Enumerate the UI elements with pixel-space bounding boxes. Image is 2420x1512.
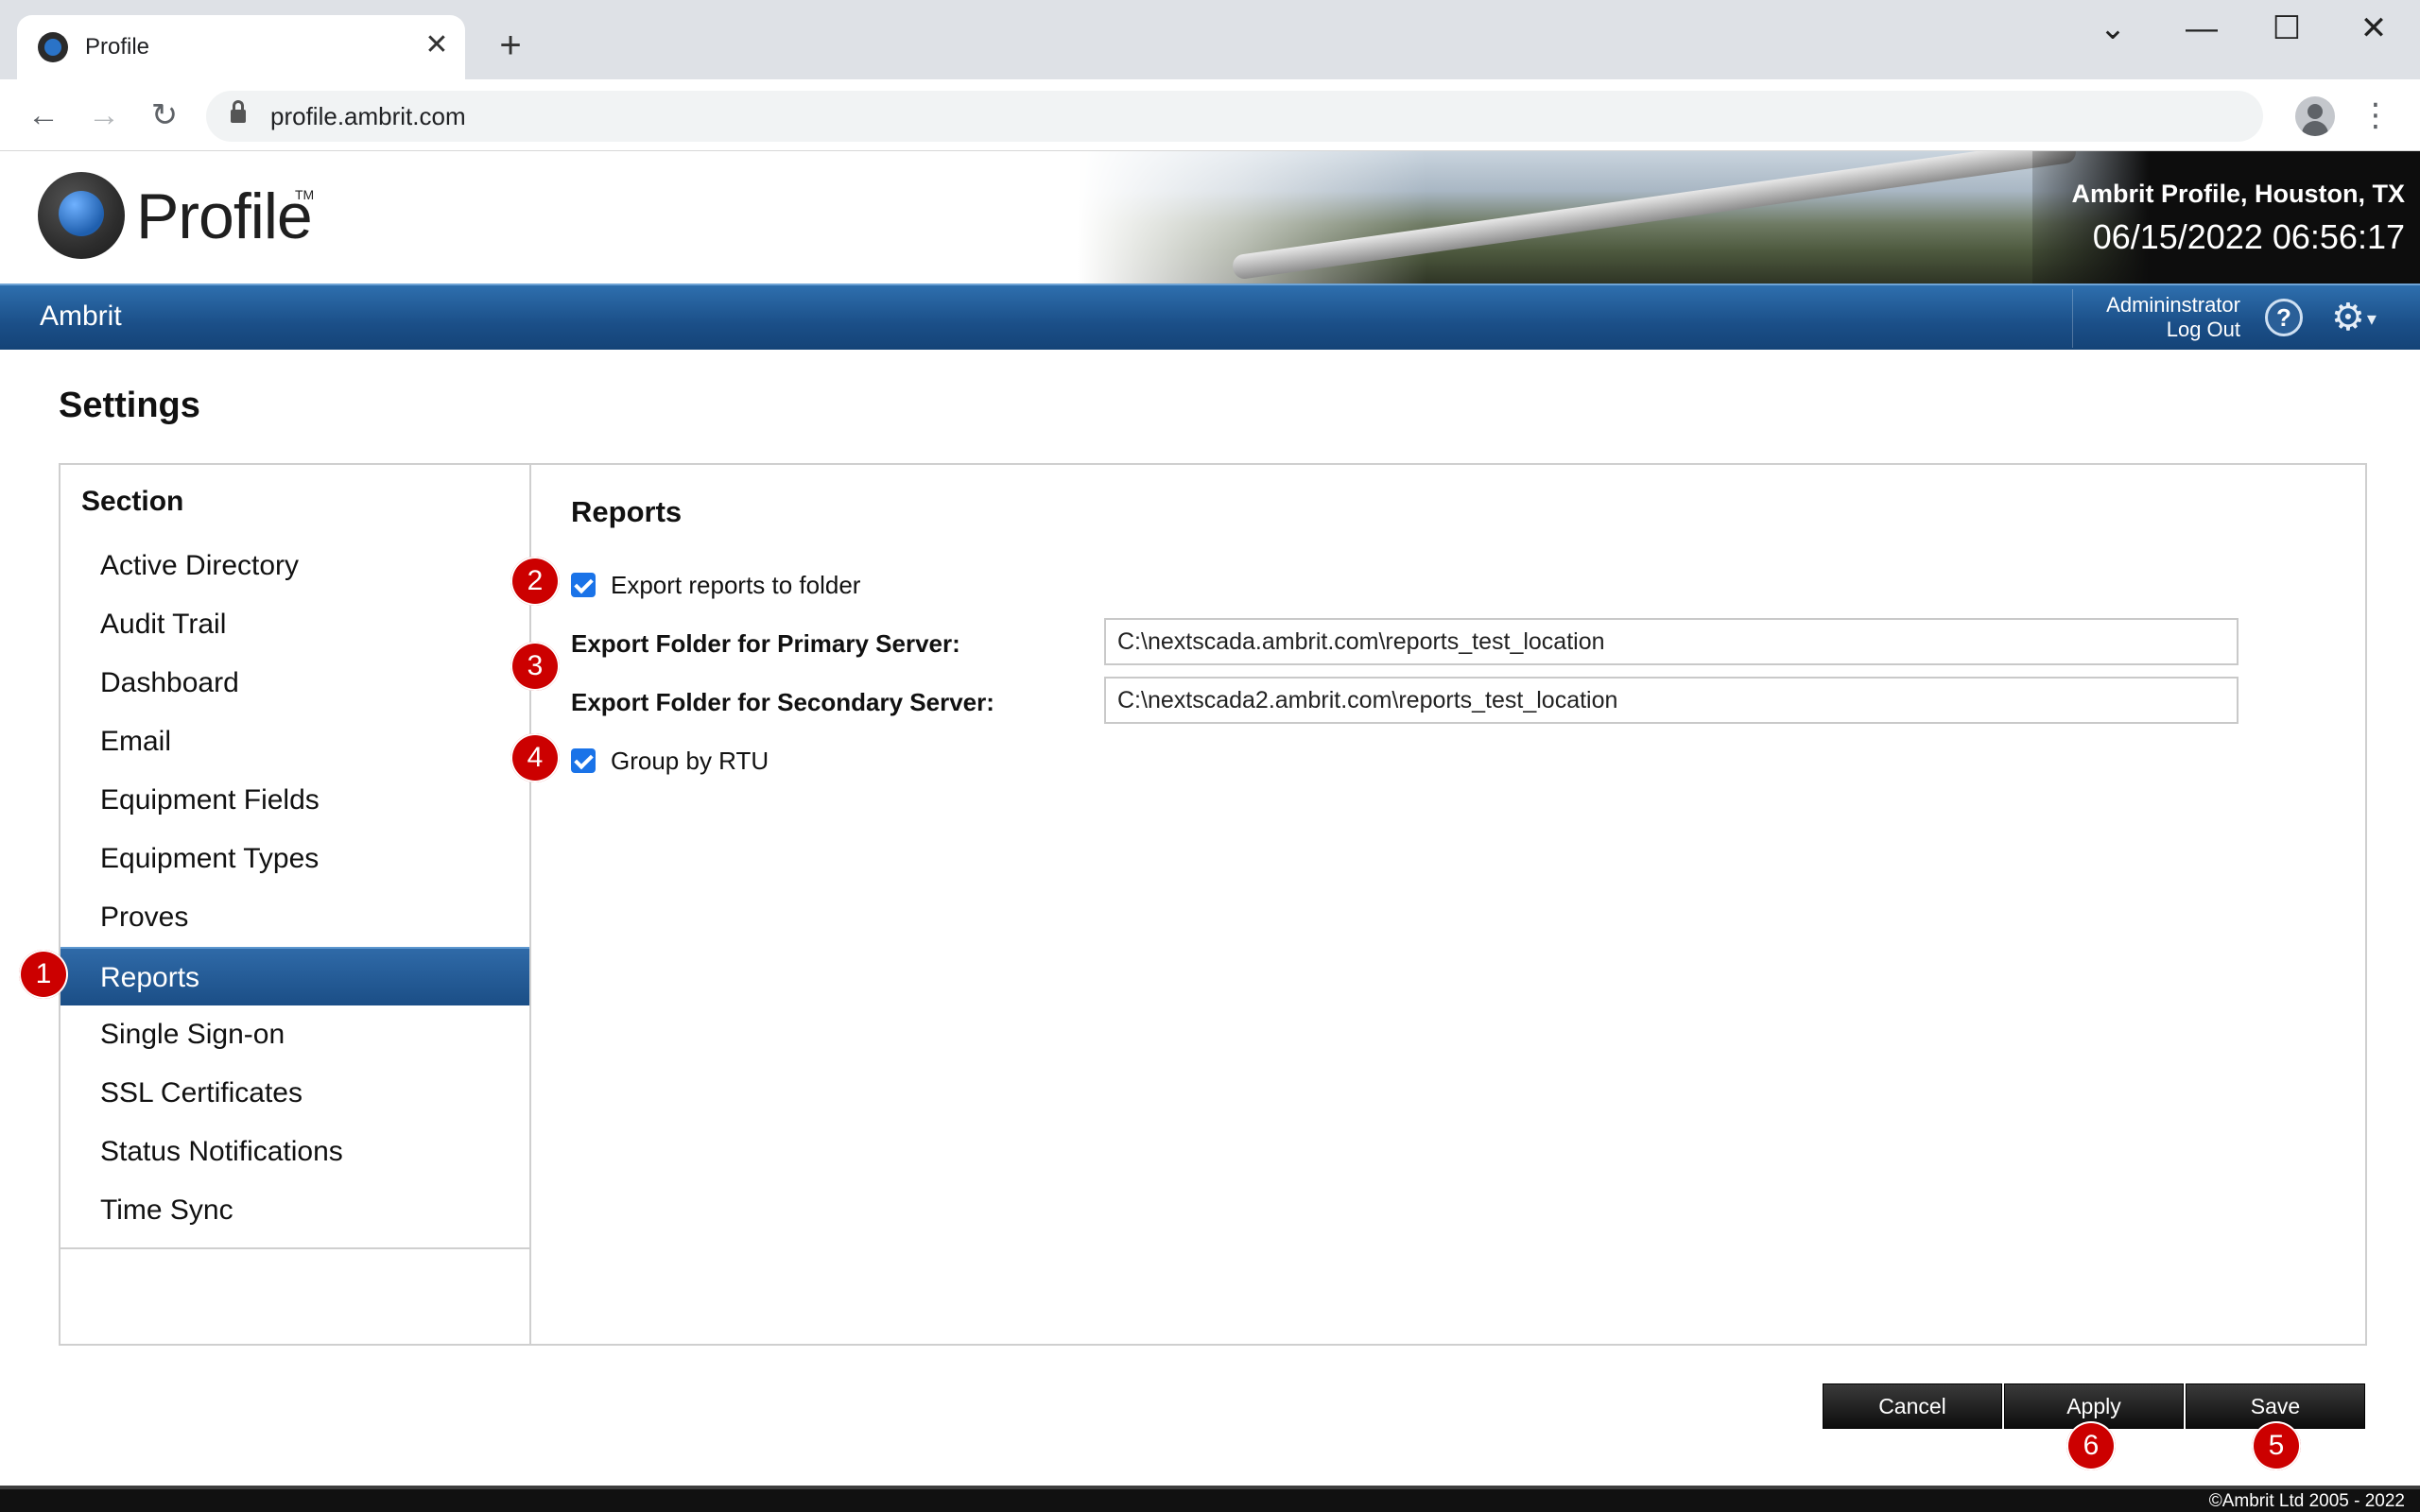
username: Admininstrator	[2106, 293, 2240, 317]
lock-icon	[231, 100, 246, 125]
sidebar-heading: Section	[81, 486, 184, 517]
sidebar-item-proves[interactable]: Proves	[60, 888, 529, 947]
callout-2: 2	[510, 557, 560, 606]
minimize-icon[interactable]: —	[2169, 8, 2235, 49]
group-by-rtu-checkbox[interactable]	[571, 748, 596, 773]
callout-6: 6	[2066, 1421, 2116, 1470]
sidebar-item-audit-trail[interactable]: Audit Trail	[60, 595, 529, 654]
primary-folder-label: Export Folder for Primary Server:	[571, 629, 960, 658]
logo-trademark: TM	[295, 187, 315, 202]
callout-5: 5	[2252, 1421, 2301, 1470]
sidebar-item-ssl-certificates[interactable]: SSL Certificates	[60, 1064, 529, 1123]
maximize-icon[interactable]: ☐	[2254, 8, 2320, 49]
organization-name[interactable]: Ambrit	[40, 301, 122, 333]
section-title: Reports	[571, 495, 683, 528]
logout-link[interactable]: Log Out	[2106, 318, 2240, 342]
navbar-divider	[2072, 289, 2073, 348]
sidebar-item-single-sign-on[interactable]: Single Sign-on	[60, 1005, 529, 1064]
site-name: Ambrit Profile, Houston, TX	[2071, 180, 2405, 208]
section-sidebar: Section Active Directory Audit Trail Das…	[60, 465, 531, 1344]
browser-menu-icon[interactable]: ⋮	[2360, 93, 2392, 138]
export-reports-row: Export reports to folder	[571, 569, 860, 601]
close-tab-icon[interactable]: ✕	[420, 28, 454, 62]
profile-favicon-icon	[38, 32, 68, 62]
export-reports-label[interactable]: Export reports to folder	[611, 571, 860, 600]
sidebar-item-active-directory[interactable]: Active Directory	[60, 537, 529, 595]
current-datetime: 06/15/2022 06:56:17	[2092, 217, 2405, 256]
browser-tab-strip: Profile ✕ + ⌄ — ☐ ✕	[0, 0, 2420, 79]
new-tab-icon[interactable]: +	[492, 26, 529, 64]
sidebar-item-reports[interactable]: Reports	[60, 947, 529, 1005]
page-title: Settings	[59, 386, 200, 425]
callout-4: 4	[510, 733, 560, 782]
sidebar-item-equipment-fields[interactable]: Equipment Fields	[60, 771, 529, 830]
secondary-folder-input[interactable]	[1104, 677, 2238, 724]
back-arrow-icon[interactable]: ←	[21, 93, 66, 138]
settings-panel: Section Active Directory Audit Trail Das…	[59, 463, 2367, 1346]
secondary-folder-label: Export Folder for Secondary Server:	[571, 688, 994, 716]
browser-toolbar: ← → ↻ profile.ambrit.com ⋮	[0, 79, 2420, 151]
tab-title: Profile	[85, 34, 150, 60]
logo-text: Profile	[136, 180, 313, 252]
primary-folder-input[interactable]	[1104, 618, 2238, 665]
cancel-button[interactable]: Cancel	[1823, 1383, 2002, 1429]
gear-icon: ⚙	[2331, 297, 2365, 338]
caret-down-icon: ▾	[2366, 309, 2377, 331]
reload-icon[interactable]: ↻	[142, 93, 187, 138]
settings-gear-button[interactable]: ⚙ ▾	[2331, 297, 2397, 338]
sidebar-item-equipment-types[interactable]: Equipment Types	[60, 830, 529, 888]
sidebar-item-status-notifications[interactable]: Status Notifications	[60, 1123, 529, 1181]
copyright-text: ©Ambrit Ltd 2005 - 2022	[2208, 1491, 2405, 1511]
url-text[interactable]: profile.ambrit.com	[270, 102, 466, 131]
export-reports-checkbox[interactable]	[571, 573, 596, 597]
group-by-rtu-label[interactable]: Group by RTU	[611, 747, 769, 776]
main-navbar: Ambrit Admininstrator Log Out ? ⚙ ▾	[0, 284, 2420, 350]
sidebar-item-time-sync[interactable]: Time Sync	[60, 1181, 529, 1240]
close-window-icon[interactable]: ✕	[2341, 8, 2407, 49]
footer: ©Ambrit Ltd 2005 - 2022	[0, 1486, 2420, 1512]
sidebar-item-dashboard[interactable]: Dashboard	[60, 654, 529, 713]
browser-tab[interactable]: Profile ✕	[17, 15, 465, 79]
browser-profile-avatar-icon[interactable]	[2295, 96, 2335, 136]
address-bar[interactable]: profile.ambrit.com	[206, 91, 2263, 142]
help-icon[interactable]: ?	[2265, 299, 2303, 336]
profile-logo-icon	[38, 172, 125, 259]
forward-arrow-icon[interactable]: →	[81, 93, 127, 138]
sidebar-item-email[interactable]: Email	[60, 713, 529, 771]
section-list: Active Directory Audit Trail Dashboard E…	[60, 537, 529, 1240]
callout-3: 3	[510, 642, 560, 691]
sidebar-divider	[60, 1247, 529, 1249]
app-header: Profile TM Ambrit Profile, Houston, TX 0…	[0, 151, 2420, 284]
tab-search-chevron-icon[interactable]: ⌄	[2080, 8, 2146, 49]
group-by-rtu-row: Group by RTU	[571, 745, 769, 777]
reports-settings: Reports Export reports to folder Export …	[569, 465, 2365, 1344]
user-menu: Admininstrator Log Out	[2106, 293, 2240, 342]
callout-1: 1	[19, 950, 68, 999]
